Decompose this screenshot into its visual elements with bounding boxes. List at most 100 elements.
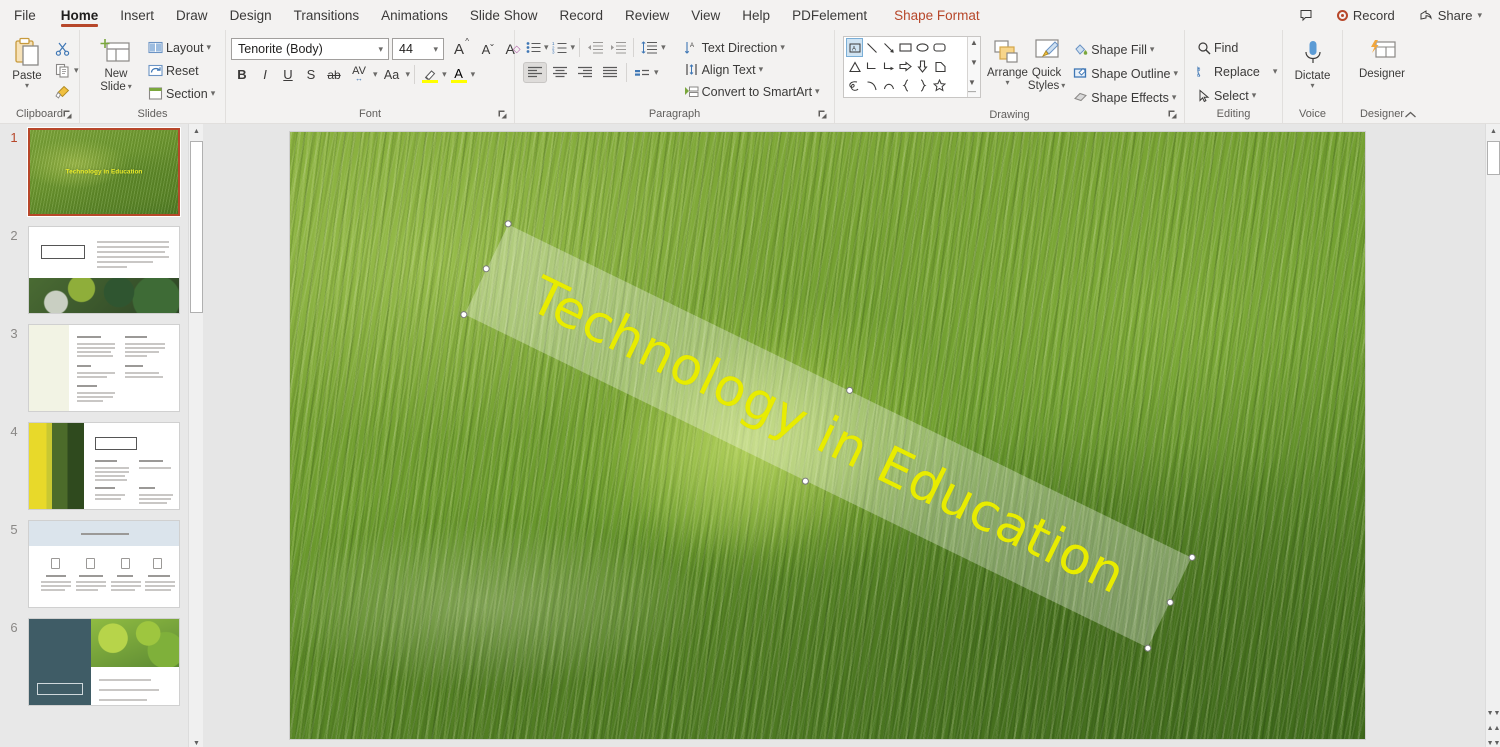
shape-right-arrow[interactable] [897, 57, 914, 76]
next-slide-button[interactable]: ▼▼ [1486, 706, 1500, 721]
thumbnail-scrollbar-thumb[interactable] [190, 141, 203, 313]
slide-vertical-scrollbar[interactable]: ▲ ▼▼ ▲▲ ▼▼ [1485, 124, 1500, 747]
font-size-combobox[interactable]: 44 ▾ [392, 38, 444, 60]
increase-indent-button[interactable] [607, 37, 629, 58]
tab-record[interactable]: Record [548, 0, 614, 30]
tab-slide-show[interactable]: Slide Show [459, 0, 549, 30]
share-button[interactable]: Share ▾ [1409, 4, 1492, 26]
tab-shape-format[interactable]: Shape Format [878, 0, 991, 30]
clipboard-dialog-launcher[interactable] [62, 109, 73, 120]
comments-button[interactable] [1289, 4, 1323, 26]
align-left-button[interactable] [523, 62, 547, 83]
chevron-down-icon[interactable]: ▾ [376, 44, 385, 55]
chevron-down-icon[interactable]: ▾ [1172, 93, 1177, 102]
chevron-down-icon[interactable]: ▾ [1477, 11, 1482, 20]
chevron-down-icon[interactable]: ▾ [373, 70, 378, 79]
shape-arrow-line[interactable] [880, 38, 897, 57]
shape-right-brace[interactable] [914, 76, 931, 95]
bullets-button[interactable] [523, 37, 543, 58]
shapes-gallery[interactable]: A [843, 36, 981, 98]
chevron-down-icon[interactable]: ▾ [211, 89, 216, 98]
chevron-down-icon[interactable]: ▾ [25, 82, 29, 90]
decrease-indent-button[interactable] [584, 37, 606, 58]
slide-thumbnail-1[interactable]: 1 Technology in Education [0, 128, 203, 216]
chevron-down-icon[interactable]: ▾ [1310, 82, 1314, 90]
chevron-down-icon[interactable]: ▾ [207, 43, 212, 52]
shape-pentagon[interactable] [931, 57, 948, 76]
tab-draw[interactable]: Draw [165, 0, 219, 30]
select-button[interactable]: Select ▾ [1193, 85, 1281, 106]
bold-button[interactable]: B [231, 64, 253, 85]
gallery-scroll-up-icon[interactable]: ▲ [970, 38, 978, 47]
chevron-down-icon[interactable]: ▾ [780, 43, 785, 52]
shape-curve[interactable] [863, 76, 880, 95]
tab-insert[interactable]: Insert [109, 0, 165, 30]
current-slide[interactable]: Technology in Education [290, 132, 1365, 739]
tab-design[interactable]: Design [219, 0, 283, 30]
chevron-down-icon[interactable]: ▾ [1174, 69, 1179, 78]
slide-thumbnail-5-frame[interactable] [28, 520, 180, 608]
align-center-button[interactable] [548, 62, 572, 83]
shape-oval[interactable] [914, 38, 931, 57]
slide-thumbnail-1-frame[interactable]: Technology in Education [28, 128, 180, 216]
align-right-button[interactable] [573, 62, 597, 83]
new-slide-button[interactable]: New Slide ▾ [88, 35, 144, 93]
text-highlight-color-button[interactable] [419, 64, 441, 85]
change-case-button[interactable]: Aa [379, 64, 405, 85]
text-direction-button[interactable]: A Text Direction ▾ [680, 37, 824, 58]
thumbnail-scroll-up-button[interactable]: ▲ [189, 124, 203, 139]
shape-rounded-rectangle[interactable] [931, 38, 948, 57]
shape-textbox[interactable]: A [846, 38, 863, 57]
tab-view[interactable]: View [680, 0, 731, 30]
paragraph-dialog-launcher[interactable] [817, 109, 828, 120]
drawing-dialog-launcher[interactable] [1167, 109, 1178, 120]
font-dialog-launcher[interactable] [497, 109, 508, 120]
slide-thumbnail-6[interactable]: 6 [0, 618, 203, 706]
justify-button[interactable] [598, 62, 622, 83]
shape-down-arrow[interactable] [914, 57, 931, 76]
shape-line[interactable] [863, 38, 880, 57]
slide-thumbnail-4[interactable]: 4 [0, 422, 203, 510]
dictate-button[interactable]: Dictate ▾ [1288, 37, 1337, 90]
slide-thumbnail-2[interactable]: 2 [0, 226, 203, 314]
chevron-down-icon[interactable]: ▾ [654, 68, 659, 77]
thumbnail-scroll-down-button[interactable]: ▼ [189, 736, 203, 747]
slide-thumbnail-2-frame[interactable] [28, 226, 180, 314]
collapse-ribbon-button[interactable] [1404, 110, 1415, 121]
find-button[interactable]: Find [1193, 37, 1281, 58]
chevron-down-icon[interactable]: ▾ [815, 87, 820, 96]
chevron-down-icon[interactable]: ▾ [442, 70, 447, 79]
shape-scribble[interactable] [846, 76, 863, 95]
columns-button[interactable] [631, 62, 653, 83]
chevron-down-icon[interactable]: ▾ [759, 65, 764, 74]
tab-help[interactable]: Help [731, 0, 781, 30]
chevron-down-icon[interactable]: ▾ [406, 70, 411, 79]
numbering-button[interactable]: 1 2 3 [550, 37, 570, 58]
tab-review[interactable]: Review [614, 0, 680, 30]
line-spacing-button[interactable] [638, 37, 660, 58]
chevron-down-icon[interactable]: ▾ [1061, 82, 1065, 90]
chevron-down-icon[interactable]: ▾ [1273, 67, 1278, 76]
gallery-more-icon[interactable]: ▼— [968, 78, 980, 96]
record-button[interactable]: Record [1327, 4, 1405, 26]
slide-scrollbar-thumb[interactable] [1487, 141, 1500, 175]
copy-button[interactable] [51, 60, 73, 81]
increase-font-size-button[interactable]: A^ [447, 39, 471, 60]
chevron-down-icon[interactable]: ▾ [544, 43, 549, 52]
chevron-down-icon[interactable]: ▾ [1005, 79, 1009, 87]
font-color-button[interactable]: A [448, 64, 470, 85]
arrange-button[interactable]: Arrange ▾ [987, 36, 1028, 87]
chevron-down-icon[interactable]: ▾ [471, 70, 476, 79]
reset-button[interactable]: Reset [144, 60, 219, 81]
slide-scroll-down-button[interactable]: ▼▼ [1486, 736, 1500, 747]
shape-arc[interactable] [880, 76, 897, 95]
shape-elbow-arrow-connector[interactable] [880, 57, 897, 76]
format-painter-button[interactable] [51, 82, 73, 103]
layout-button[interactable]: Layout ▾ [144, 37, 219, 58]
slide-thumbnail-pane[interactable]: 1 Technology in Education 2 [0, 124, 203, 747]
shape-outline-button[interactable]: Shape Outline ▾ [1069, 63, 1182, 84]
tab-transitions[interactable]: Transitions [283, 0, 371, 30]
paste-button[interactable]: Paste ▾ [5, 35, 49, 103]
chevron-down-icon[interactable]: ▾ [431, 44, 440, 55]
align-text-button[interactable]: Align Text ▾ [680, 59, 824, 80]
